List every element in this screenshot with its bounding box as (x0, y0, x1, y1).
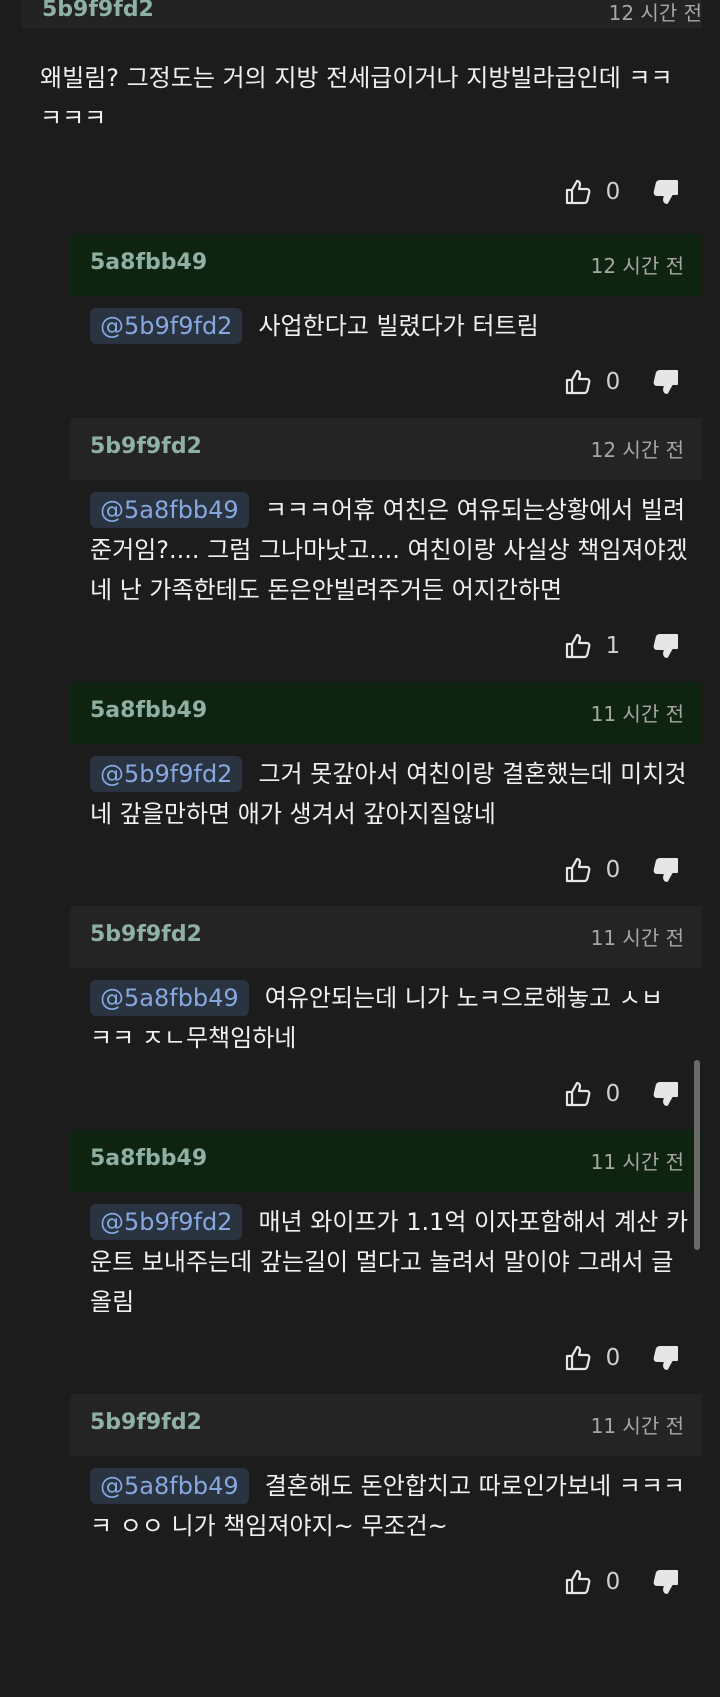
reply-header: 5b9f9fd2 12 시간 전 (70, 418, 702, 480)
like-count: 0 (605, 857, 621, 883)
reply-header: 5a8fbb49 11 시간 전 (70, 682, 702, 744)
reply-time: 11 시간 전 (590, 1150, 684, 1174)
comment-text: 왜빌림? 그정도는 거의 지방 전세급이거나 지방빌라급인데 ㅋㅋㅋㅋㅋ (40, 64, 673, 132)
like-count: 0 (605, 369, 621, 395)
mention-tag[interactable]: @5b9f9fd2 (90, 1204, 243, 1240)
comment-author[interactable]: 5b9f9fd2 (42, 0, 154, 22)
reply-text: @5b9f9fd2 매년 와이프가 1.1억 이자포함해서 계산 카운트 보내주는… (70, 1192, 702, 1322)
thumbs-up-icon[interactable] (564, 1568, 592, 1596)
reply-comment: 5b9f9fd2 11 시간 전 @5a8fbb49 결혼해도 돈안합치고 따로인… (70, 1394, 702, 1602)
reply-header: 5a8fbb49 12 시간 전 (70, 234, 702, 296)
reply-header: 5a8fbb49 11 시간 전 (70, 1130, 702, 1192)
thumbs-up-icon[interactable] (564, 632, 592, 660)
thumbs-up-icon[interactable] (564, 1344, 592, 1372)
reply-comment: 5b9f9fd2 12 시간 전 @5a8fbb49 ㅋㅋㅋ어휴 여친은 여유되는… (70, 418, 702, 666)
vote-bar: 0 (70, 1338, 702, 1378)
thumbs-up-icon[interactable] (564, 1080, 592, 1108)
thumbs-up-icon[interactable] (564, 368, 592, 396)
thumbs-down-icon[interactable] (652, 178, 680, 206)
reply-time: 12 시간 전 (590, 254, 684, 278)
reply-comment: 5a8fbb49 11 시간 전 @5b9f9fd2 매년 와이프가 1.1억 이… (70, 1130, 702, 1378)
reply-author[interactable]: 5a8fbb49 (90, 1146, 207, 1171)
thumbs-down-icon[interactable] (652, 632, 680, 660)
reply-author[interactable]: 5b9f9fd2 (90, 1410, 202, 1435)
thumbs-down-icon[interactable] (652, 1080, 680, 1108)
vote-bar: 0 (70, 362, 702, 402)
thumbs-down-icon[interactable] (652, 1568, 680, 1596)
reply-author[interactable]: 5a8fbb49 (90, 250, 207, 275)
thumbs-down-icon[interactable] (652, 368, 680, 396)
mention-tag[interactable]: @5a8fbb49 (90, 980, 249, 1016)
vote-bar: 0 (70, 1074, 702, 1114)
reply-time: 11 시간 전 (590, 926, 684, 950)
mention-tag[interactable]: @5b9f9fd2 (90, 308, 243, 344)
thumbs-up-icon[interactable] (564, 856, 592, 884)
like-count: 0 (605, 179, 621, 205)
reply-time: 11 시간 전 (590, 702, 684, 726)
thumbs-up-icon[interactable] (564, 178, 592, 206)
reply-message: 사업한다고 빌렸다가 터트림 (258, 312, 539, 340)
reply-text: @5b9f9fd2 사업한다고 빌렸다가 터트림 (70, 296, 702, 346)
vote-bar: 0 (70, 850, 702, 890)
reply-time: 12 시간 전 (590, 438, 684, 462)
comment-time: 12 시간 전 (608, 1, 702, 25)
reply-comment: 5b9f9fd2 11 시간 전 @5a8fbb49 여유안되는데 니가 노ㅋ으로… (70, 906, 702, 1114)
mention-tag[interactable]: @5a8fbb49 (90, 1468, 249, 1504)
thumbs-down-icon[interactable] (652, 856, 680, 884)
comment-header: 5b9f9fd2 12 시간 전 (22, 0, 702, 28)
reply-author[interactable]: 5b9f9fd2 (90, 922, 202, 947)
mention-tag[interactable]: @5b9f9fd2 (90, 756, 243, 792)
vote-bar: 1 (70, 626, 702, 666)
reply-text: @5a8fbb49 여유안되는데 니가 노ㅋ으로해놓고 ㅅㅂ ㅋㅋ ㅈㄴ무책임하네 (70, 968, 702, 1058)
reply-comment: 5a8fbb49 12 시간 전 @5b9f9fd2 사업한다고 빌렸다가 터트림… (70, 234, 702, 402)
like-count: 1 (605, 633, 621, 659)
reply-author[interactable]: 5b9f9fd2 (90, 434, 202, 459)
reply-text: @5b9f9fd2 그거 못갚아서 여친이랑 결혼했는데 미치것네 갚을만하면 애… (70, 744, 702, 834)
vote-bar: 0 (70, 1562, 702, 1602)
top-comment: 5b9f9fd2 12 시간 전 왜빌림? 그정도는 거의 지방 전세급이거나 … (0, 0, 720, 212)
reply-header: 5b9f9fd2 11 시간 전 (70, 1394, 702, 1456)
reply-header: 5b9f9fd2 11 시간 전 (70, 906, 702, 968)
like-count: 0 (605, 1345, 621, 1371)
reply-comment: 5a8fbb49 11 시간 전 @5b9f9fd2 그거 못갚아서 여친이랑 결… (70, 682, 702, 890)
vote-bar: 0 (0, 172, 720, 212)
reply-author[interactable]: 5a8fbb49 (90, 698, 207, 723)
reply-time: 11 시간 전 (590, 1414, 684, 1438)
mention-tag[interactable]: @5a8fbb49 (90, 492, 249, 528)
thumbs-down-icon[interactable] (652, 1344, 680, 1372)
like-count: 0 (605, 1569, 621, 1595)
scrollbar[interactable] (694, 1060, 700, 1250)
reply-text: @5a8fbb49 ㅋㅋㅋ어휴 여친은 여유되는상황에서 빌려준거임?.... 그… (70, 480, 702, 610)
like-count: 0 (605, 1081, 621, 1107)
reply-text: @5a8fbb49 결혼해도 돈안합치고 따로인가보네 ㅋㅋㅋㅋ ㅇㅇ 니가 책임… (70, 1456, 702, 1546)
